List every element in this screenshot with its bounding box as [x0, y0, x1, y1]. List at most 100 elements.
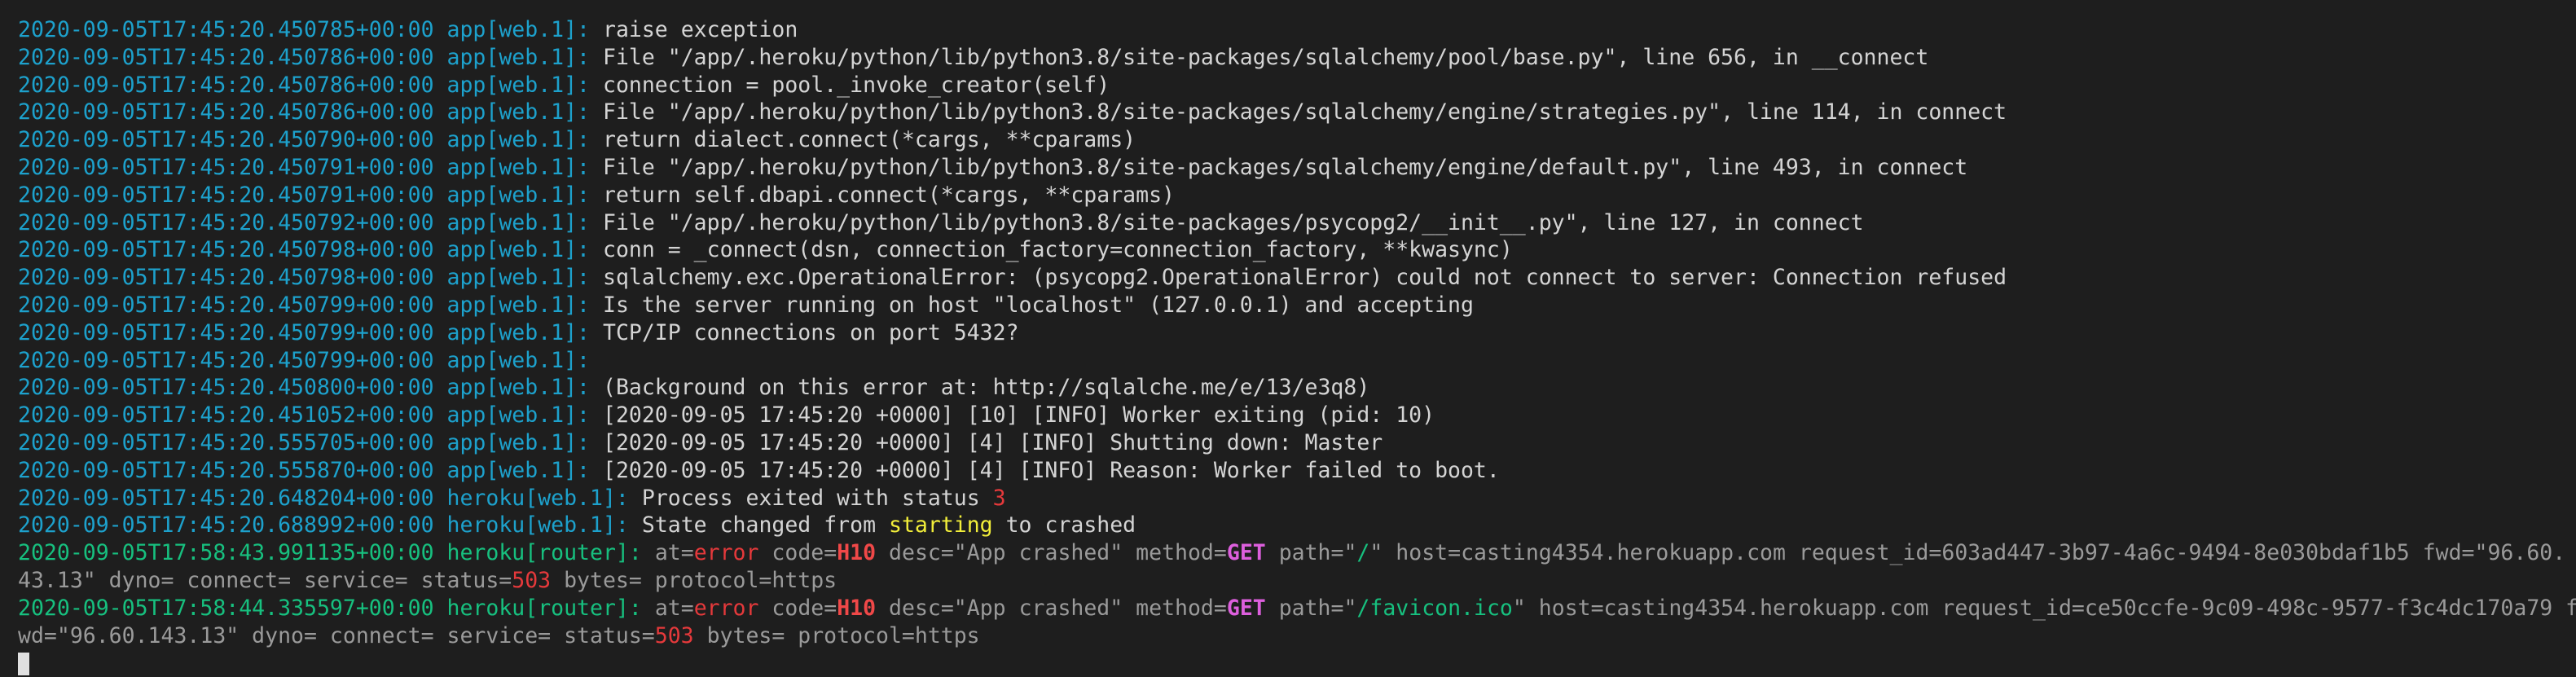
log-source: app[web.1]:	[446, 99, 591, 125]
log-spacer	[642, 540, 655, 565]
log-line-continuation: 43.13" dyno= connect= service= status=50…	[18, 567, 2576, 595]
log-spacer	[434, 512, 447, 538]
terminal-log-output[interactable]: 2020-09-05T17:45:20.450785+00:00 app[web…	[0, 0, 2576, 677]
log-spacer	[629, 512, 642, 538]
log-spacer	[434, 182, 447, 208]
log-spacer	[434, 402, 447, 428]
log-spacer	[434, 99, 447, 125]
log-source: heroku[web.1]:	[446, 512, 629, 539]
log-source: app[web.1]:	[446, 154, 591, 180]
log-source: app[web.1]:	[446, 237, 591, 263]
log-timestamp: 2020-09-05T17:45:20.450791+00:00	[18, 154, 434, 180]
log-line: 2020-09-05T17:45:20.450799+00:00 app[web…	[18, 347, 2576, 375]
log-message-segment: bytes= protocol=https	[693, 622, 980, 648]
log-spacer	[434, 375, 447, 400]
log-source: app[web.1]:	[446, 292, 591, 318]
log-spacer	[590, 430, 603, 455]
log-line: 2020-09-05T17:45:20.451052+00:00 app[web…	[18, 402, 2576, 429]
log-spacer	[590, 292, 603, 318]
log-timestamp: 2020-09-05T17:45:20.450790+00:00	[18, 127, 434, 153]
log-spacer	[590, 320, 603, 345]
log-source: app[web.1]:	[446, 402, 591, 429]
log-message-segment: desc="App crashed" method=	[876, 595, 1227, 621]
log-message-segment: at=	[654, 540, 694, 566]
log-timestamp: 2020-09-05T17:45:20.450792+00:00	[18, 209, 434, 235]
log-message-segment: File "/app/.heroku/python/lib/python3.8/…	[602, 44, 1929, 70]
log-message-segment: 3	[992, 485, 1006, 511]
log-spacer	[434, 486, 447, 511]
log-source: app[web.1]:	[446, 375, 591, 401]
log-spacer	[590, 265, 603, 290]
log-message-segment: to crashed	[992, 512, 1136, 539]
log-timestamp: 2020-09-05T17:45:20.450800+00:00	[18, 375, 434, 401]
log-message-segment: [2020-09-05 17:45:20 +0000] [4] [INFO] R…	[602, 457, 1500, 483]
log-spacer	[434, 155, 447, 180]
log-source: app[web.1]:	[446, 457, 591, 483]
log-spacer	[434, 17, 447, 42]
log-source: app[web.1]:	[446, 127, 591, 153]
log-message-segment: sqlalchemy.exc.OperationalError: (psycop…	[602, 265, 2007, 291]
log-spacer	[590, 348, 603, 373]
log-timestamp: 2020-09-05T17:45:20.555705+00:00	[18, 429, 434, 455]
log-spacer	[434, 127, 447, 152]
log-line: 2020-09-05T17:45:20.555705+00:00 app[web…	[18, 429, 2576, 457]
log-spacer	[434, 292, 447, 318]
log-source: heroku[router]:	[446, 540, 642, 566]
log-spacer	[629, 486, 642, 511]
log-spacer	[590, 17, 603, 42]
log-timestamp: 2020-09-05T17:45:20.450786+00:00	[18, 72, 434, 98]
log-line: 2020-09-05T17:45:20.450791+00:00 app[web…	[18, 154, 2576, 182]
log-message-segment: wd="96.60.143.13" dyno= connect= service…	[18, 622, 655, 648]
log-message-segment: desc="App crashed" method=	[876, 540, 1227, 566]
log-message-segment: File "/app/.heroku/python/lib/python3.8/…	[602, 209, 1864, 235]
log-spacer	[434, 210, 447, 235]
log-timestamp: 2020-09-05T17:45:20.555870+00:00	[18, 457, 434, 483]
log-message-segment: (Background on this error at: http://sql…	[602, 375, 1370, 401]
log-timestamp: 2020-09-05T17:45:20.451052+00:00	[18, 402, 434, 429]
log-line: 2020-09-05T17:58:43.991135+00:00 heroku[…	[18, 539, 2576, 567]
log-message-segment: return self.dbapi.connect(*cargs, **cpar…	[602, 182, 1175, 208]
log-line: 2020-09-05T17:45:20.450800+00:00 app[web…	[18, 374, 2576, 402]
log-line: 2020-09-05T17:45:20.450798+00:00 app[web…	[18, 236, 2576, 264]
log-spacer	[434, 348, 447, 373]
log-spacer	[434, 320, 447, 345]
log-message-segment: 503	[512, 567, 552, 593]
log-source: app[web.1]:	[446, 44, 591, 70]
log-line: 2020-09-05T17:45:20.450798+00:00 app[web…	[18, 264, 2576, 292]
log-line: 2020-09-05T17:45:20.450790+00:00 app[web…	[18, 126, 2576, 154]
log-line: 2020-09-05T17:45:20.450785+00:00 app[web…	[18, 16, 2576, 44]
log-line: 2020-09-05T17:45:20.450791+00:00 app[web…	[18, 182, 2576, 209]
log-spacer	[642, 596, 655, 621]
log-timestamp: 2020-09-05T17:45:20.450799+00:00	[18, 319, 434, 345]
log-timestamp: 2020-09-05T17:58:43.991135+00:00	[18, 540, 434, 566]
log-message-segment: bytes= protocol=https	[551, 567, 837, 593]
log-timestamp: 2020-09-05T17:45:20.648204+00:00	[18, 485, 434, 511]
log-timestamp: 2020-09-05T17:45:20.450786+00:00	[18, 44, 434, 70]
log-spacer	[590, 458, 603, 483]
log-source: app[web.1]:	[446, 17, 591, 42]
log-source: app[web.1]:	[446, 72, 591, 98]
log-message-segment: TCP/IP connections on port 5432?	[602, 319, 1019, 345]
log-spacer	[590, 73, 603, 98]
log-message-segment: H10	[837, 540, 877, 566]
log-message-segment: at=	[654, 595, 694, 621]
log-timestamp: 2020-09-05T17:45:20.450786+00:00	[18, 99, 434, 125]
log-message-segment: error	[693, 595, 759, 621]
log-message-segment: code=	[758, 540, 837, 566]
log-message-segment: State changed from	[641, 512, 889, 539]
log-message-segment: [2020-09-05 17:45:20 +0000] [4] [INFO] S…	[602, 429, 1383, 455]
log-spacer	[434, 73, 447, 98]
log-spacer	[434, 540, 447, 565]
log-spacer	[590, 237, 603, 262]
log-spacer	[434, 265, 447, 290]
log-line: 2020-09-05T17:45:20.450799+00:00 app[web…	[18, 319, 2576, 347]
log-message-segment: /	[1356, 540, 1370, 566]
log-message-segment: path="	[1265, 595, 1357, 621]
log-timestamp: 2020-09-05T17:45:20.450785+00:00	[18, 17, 434, 42]
log-source: app[web.1]:	[446, 182, 591, 208]
log-message-segment: " host=casting4354.herokuapp.com request…	[1512, 595, 2576, 621]
log-message-segment: starting	[889, 512, 993, 539]
log-message-segment: conn = _connect(dsn, connection_factory=…	[602, 237, 1513, 263]
log-message-segment: connection = pool._invoke_creator(self)	[602, 72, 1110, 98]
log-line: 2020-09-05T17:45:20.555870+00:00 app[web…	[18, 457, 2576, 485]
